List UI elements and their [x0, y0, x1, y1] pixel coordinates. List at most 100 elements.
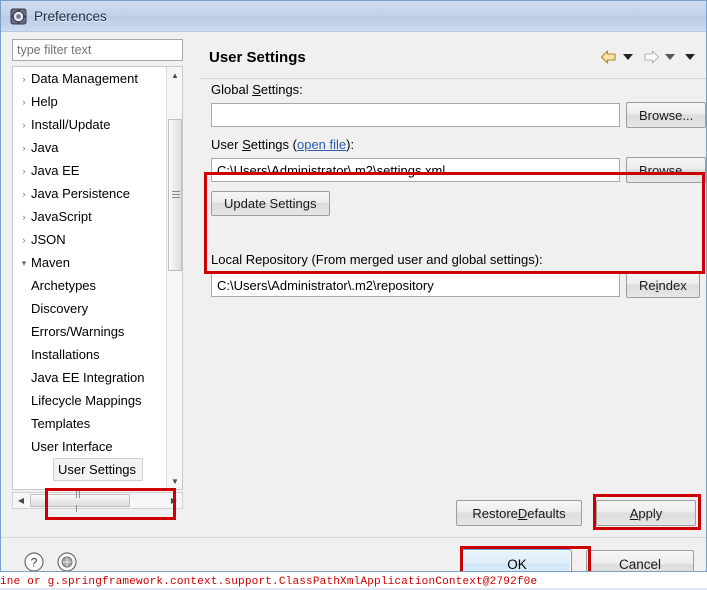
global-label-mnemonic: S [252, 82, 261, 97]
filter-input[interactable] [12, 39, 183, 61]
user-label-prefix: User [211, 137, 243, 152]
cancel-button[interactable]: Cancel [586, 550, 694, 571]
tree-item-java-persistence[interactable]: › Java Persistence [13, 182, 182, 205]
footer-icon-group: ? [23, 551, 78, 571]
preferences-dialog: Preferences ›Data Management›Help›Instal… [0, 0, 707, 572]
scroll-up-arrow-icon[interactable]: ▲ [167, 67, 182, 83]
tree-item-help[interactable]: › Help [13, 90, 182, 113]
dialog-action-buttons: OK Cancel [462, 549, 694, 571]
open-file-link[interactable]: open file [297, 137, 346, 152]
tree-collapsed-arrow-icon[interactable]: › [17, 229, 31, 251]
tree-item-label: JavaScript [31, 209, 92, 224]
global-settings-input[interactable] [211, 103, 620, 127]
tree-item-list: › Data Management › Help › Install/Update › Jav… [13, 67, 182, 484]
scroll-thumb-grip-icon [76, 487, 84, 515]
tree-item-lifecycle-mappings[interactable]: Lifecycle Mappings [13, 389, 182, 412]
tree-item-label: JSON [31, 232, 66, 247]
tree-item-label: Java EE Integration [31, 370, 145, 385]
tree-item-data-management[interactable]: › Data Management [13, 67, 182, 90]
scroll-right-arrow-icon[interactable]: ▶ [166, 493, 182, 508]
restore-window-icon[interactable] [56, 551, 78, 571]
reindex-label-prefix: Re [639, 277, 656, 293]
restore-label-mnemonic: D [517, 505, 528, 521]
user-settings-row: Browse... [211, 157, 706, 183]
global-label-prefix: Global [211, 82, 253, 97]
user-settings-label: User Settings (open file): [211, 137, 706, 152]
forward-history-chevron-down-icon[interactable] [665, 54, 675, 60]
restore-label-prefix: Restore [472, 505, 518, 521]
tree-item-errors-warnings[interactable]: Errors/Warnings [13, 320, 182, 343]
global-settings-label: Global Settings: [211, 82, 706, 97]
page-content: Global Settings: Browse... User Settings… [199, 82, 706, 482]
local-repository-row: Reindex [211, 272, 706, 298]
tree-collapsed-arrow-icon[interactable]: › [17, 68, 31, 90]
page-title: User Settings [209, 48, 306, 66]
tree-item-label: Templates [31, 416, 91, 431]
tree-item-java[interactable]: › Java [13, 136, 182, 159]
local-repository-section: Local Repository (From merged user and g… [211, 252, 706, 298]
update-settings-button[interactable]: Update Settings [211, 191, 330, 216]
tree-item-install-update[interactable]: › Install/Update [13, 113, 182, 136]
page-action-buttons: Restore Defaults Apply [199, 495, 706, 531]
dialog-title: Preferences [34, 8, 107, 24]
tree-item-label: Java EE [31, 163, 80, 178]
header-divider [199, 78, 706, 79]
scroll-down-arrow-icon[interactable]: ▼ [167, 473, 182, 489]
tree-item-maven[interactable]: ▾ Maven [13, 251, 182, 274]
user-browse-button[interactable]: Browse... [626, 157, 706, 183]
tree-item-label: Data Management [31, 71, 138, 86]
global-settings-row: Browse... [211, 102, 706, 128]
preferences-tree[interactable]: › Data Management › Help › Install/Update › Jav… [12, 66, 183, 490]
tree-item-java-ee-integration[interactable]: Java EE Integration [13, 366, 182, 389]
tree-collapsed-arrow-icon[interactable]: › [17, 206, 31, 228]
horizontal-scroll-thumb[interactable] [30, 490, 130, 512]
tree-item-installations[interactable]: Installations [13, 343, 182, 366]
restore-label-suffix: efaults [527, 505, 566, 521]
vertical-scroll-thumb[interactable] [168, 119, 182, 271]
tree-collapsed-arrow-icon[interactable]: › [17, 91, 31, 113]
tree-item-user-interface[interactable]: User Interface [13, 435, 182, 458]
back-history-chevron-down-icon[interactable] [623, 54, 633, 60]
tree-item-label: Discovery [31, 301, 89, 316]
tree-vertical-scrollbar[interactable]: ▲ ▼ [166, 67, 182, 489]
tree-collapsed-arrow-icon[interactable]: › [17, 160, 31, 182]
tree-item-templates[interactable]: Templates [13, 412, 182, 435]
tree-item-json[interactable]: › JSON [13, 228, 182, 251]
user-settings-input[interactable] [211, 158, 620, 182]
preferences-gear-icon [10, 8, 27, 25]
dialog-titlebar: Preferences [1, 1, 706, 32]
global-browse-button[interactable]: Browse... [626, 102, 706, 128]
ok-button[interactable]: OK [462, 549, 572, 571]
local-repository-input[interactable] [211, 273, 620, 297]
dialog-footer: ? OK Cancel [1, 538, 706, 571]
page-navigation-controls [600, 49, 700, 65]
tree-item-java-ee[interactable]: › Java EE [13, 159, 182, 182]
local-repository-label: Local Repository (From merged user and g… [211, 252, 543, 267]
tree-collapsed-arrow-icon[interactable]: › [17, 114, 31, 136]
apply-label-mnemonic: A [629, 505, 639, 521]
apply-label-suffix: pply [638, 505, 663, 521]
tree-expanded-arrow-icon[interactable]: ▾ [17, 252, 31, 274]
tree-horizontal-scrollbar[interactable]: ◀ ▶ [12, 490, 183, 512]
tree-item-user-settings[interactable]: User Settings [53, 458, 144, 481]
page-menu-chevron-down-icon[interactable] [685, 54, 695, 60]
tree-item-label: User Settings [58, 462, 137, 477]
back-arrow-icon[interactable] [600, 49, 618, 65]
preferences-sidebar: ›Data Management›Help›Install/Update›Jav… [12, 39, 196, 517]
scroll-left-arrow-icon[interactable]: ◀ [13, 493, 29, 508]
reindex-button[interactable]: Re i ndex [626, 272, 700, 298]
help-question-icon[interactable]: ? [23, 551, 45, 571]
tree-collapsed-arrow-icon[interactable]: › [17, 137, 31, 159]
tree-item-javascript[interactable]: › JavaScript [13, 205, 182, 228]
user-label-mid: ettings ( [250, 137, 297, 152]
apply-button[interactable]: Apply [596, 500, 696, 526]
tree-item-label: Java [31, 140, 59, 155]
tree-item-label: Java Persistence [31, 186, 130, 201]
tree-collapsed-arrow-icon[interactable]: › [17, 183, 31, 205]
global-settings-section: Global Settings: Browse... [211, 82, 706, 128]
global-label-suffix: ettings: [260, 82, 303, 97]
tree-item-archetypes[interactable]: Archetypes [13, 274, 182, 297]
tree-item-discovery[interactable]: Discovery [13, 297, 182, 320]
restore-defaults-button[interactable]: Restore Defaults [456, 500, 582, 526]
dialog-body: ›Data Management›Help›Install/Update›Jav… [1, 32, 706, 571]
